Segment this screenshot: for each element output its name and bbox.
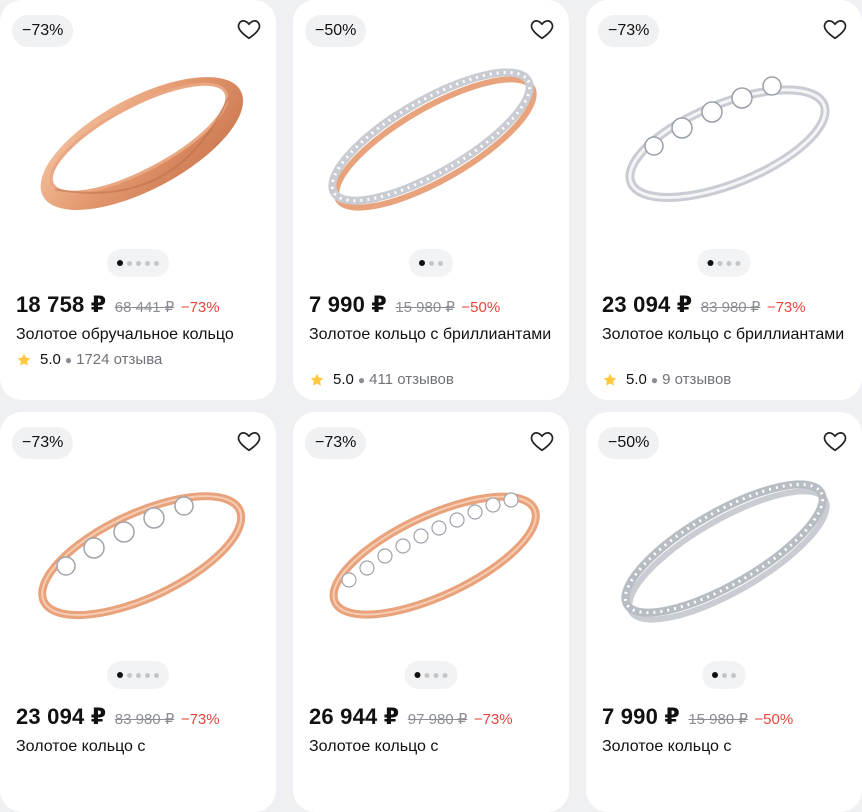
pager-dot[interactable] (127, 672, 132, 678)
product-title[interactable]: Золотое кольцо с бриллиантами (309, 324, 559, 345)
old-price: 15 980 ₽ (688, 711, 748, 728)
separator-dot: ● (64, 352, 73, 367)
product-card[interactable]: −50% 7 990 ₽ 15 980 ₽ −50% Золотое кольц… (586, 412, 862, 812)
image-pager[interactable] (404, 661, 458, 689)
product-title[interactable]: Золотое кольцо с (309, 736, 559, 757)
pager-dot-active[interactable] (712, 672, 718, 678)
pager-dot[interactable] (735, 260, 741, 266)
heart-icon[interactable] (822, 428, 848, 454)
product-card[interactable]: −73% 18 758 ₽ 68 441 ₽ −73% Золотое обру… (0, 0, 276, 400)
review-count[interactable]: 9 отзывов (662, 371, 731, 388)
product-card[interactable]: −73% 23 094 ₽ 83 980 ₽ −73% Золотое коль… (586, 0, 862, 400)
image-pager[interactable] (702, 661, 746, 689)
heart-icon[interactable] (236, 16, 262, 42)
pager-dot[interactable] (145, 260, 150, 266)
price-row: 18 758 ₽ 68 441 ₽ −73% (16, 292, 220, 318)
pager-dot[interactable] (154, 672, 159, 678)
rating-value: 5.0 (626, 371, 647, 388)
product-title[interactable]: Золотое кольцо с (602, 736, 852, 757)
old-price: 68 441 ₽ (114, 299, 175, 316)
pager-dot[interactable] (433, 672, 439, 678)
price-row: 7 990 ₽ 15 980 ₽ −50% (309, 292, 500, 318)
rating-value: 5.0 (40, 351, 61, 368)
star-icon (310, 373, 324, 386)
price-row: 26 944 ₽ 97 980 ₽ −73% (309, 704, 513, 730)
image-pager[interactable] (697, 249, 751, 277)
pager-dot-active[interactable] (419, 260, 425, 266)
price-row: 7 990 ₽ 15 980 ₽ −50% (602, 704, 793, 730)
heart-icon[interactable] (529, 16, 555, 42)
heart-icon[interactable] (822, 16, 848, 42)
discount-percent: −50% (461, 299, 501, 316)
product-image[interactable] (293, 452, 569, 652)
image-pager[interactable] (107, 661, 169, 689)
rating-row: 5.0 ● 411 отзывов (309, 371, 454, 388)
review-count[interactable]: 1724 отзыва (76, 351, 162, 368)
product-image[interactable] (586, 452, 862, 652)
pager-dot-active[interactable] (707, 260, 714, 266)
pager-dot-active[interactable] (414, 672, 421, 678)
pager-dot[interactable] (731, 672, 736, 678)
product-title[interactable]: Золотое обручальное кольцо (16, 324, 266, 345)
pager-dot[interactable] (154, 260, 159, 266)
discount-percent: −73% (766, 299, 806, 316)
price: 7 990 ₽ (602, 704, 680, 729)
pager-dot-active[interactable] (117, 672, 123, 678)
price: 23 094 ₽ (16, 704, 107, 729)
price: 7 990 ₽ (309, 292, 387, 317)
pager-dot[interactable] (127, 260, 132, 266)
discount-percent: −73% (180, 711, 220, 728)
old-price: 15 980 ₽ (395, 299, 455, 316)
pager-dot[interactable] (726, 260, 732, 266)
product-image[interactable] (586, 40, 862, 240)
product-title[interactable]: Золотое кольцо с (16, 736, 266, 757)
heart-icon[interactable] (529, 428, 555, 454)
product-card[interactable]: −73% 26 944 ₽ 97 980 ₽ −73% Золотое коль… (293, 412, 569, 812)
review-count[interactable]: 411 отзывов (369, 371, 454, 388)
image-pager[interactable] (409, 249, 453, 277)
price: 26 944 ₽ (309, 704, 400, 729)
heart-icon[interactable] (236, 428, 262, 454)
rating-value: 5.0 (333, 371, 354, 388)
separator-dot: ● (357, 372, 366, 387)
price-row: 23 094 ₽ 83 980 ₽ −73% (16, 704, 220, 730)
product-grid: −73% 18 758 ₽ 68 441 ₽ −73% Золотое обру… (0, 0, 862, 812)
star-icon (603, 373, 617, 386)
price: 23 094 ₽ (602, 292, 693, 317)
discount-percent: −73% (180, 299, 220, 316)
pager-dot[interactable] (145, 672, 150, 678)
old-price: 83 980 ₽ (114, 711, 175, 728)
discount-percent: −50% (754, 711, 794, 728)
pager-dot[interactable] (429, 260, 434, 266)
pager-dot[interactable] (136, 672, 141, 678)
old-price: 97 980 ₽ (407, 711, 468, 728)
rating-row: 5.0 ● 9 отзывов (602, 371, 731, 388)
rating-row: 5.0 ● 1724 отзыва (16, 351, 162, 368)
old-price: 83 980 ₽ (700, 299, 761, 316)
pager-dot[interactable] (438, 260, 443, 266)
image-pager[interactable] (107, 249, 169, 277)
pager-dot-active[interactable] (117, 260, 123, 266)
product-card[interactable]: −73% 23 094 ₽ 83 980 ₽ −73% Золотое коль… (0, 412, 276, 812)
pager-dot[interactable] (424, 672, 430, 678)
price: 18 758 ₽ (16, 292, 107, 317)
price-row: 23 094 ₽ 83 980 ₽ −73% (602, 292, 806, 318)
pager-dot[interactable] (442, 672, 448, 678)
star-icon (17, 353, 31, 366)
product-image[interactable] (0, 40, 276, 240)
product-card[interactable]: −50% 7 990 ₽ 15 980 ₽ −50% Золотое кольц… (293, 0, 569, 400)
product-title[interactable]: Золотое кольцо с бриллиантами (602, 324, 852, 345)
product-image[interactable] (293, 40, 569, 240)
discount-percent: −73% (473, 711, 513, 728)
pager-dot[interactable] (717, 260, 723, 266)
separator-dot: ● (650, 372, 659, 387)
pager-dot[interactable] (722, 672, 727, 678)
product-image[interactable] (0, 452, 276, 652)
pager-dot[interactable] (136, 260, 141, 266)
